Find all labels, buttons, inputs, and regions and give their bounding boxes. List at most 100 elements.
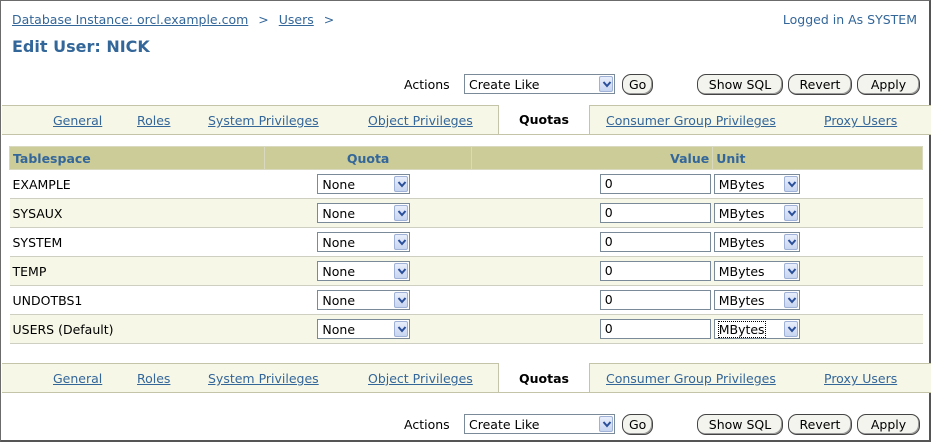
value-input[interactable]: 0	[599, 203, 711, 223]
apply-button[interactable]: Apply	[857, 414, 920, 435]
breadcrumb-separator: >	[323, 12, 335, 27]
go-button[interactable]: Go	[622, 414, 653, 435]
unit-select[interactable]: MBytes	[713, 290, 800, 310]
chevron-down-icon[interactable]	[394, 263, 409, 279]
tab-quotas[interactable]: Quotas	[498, 105, 590, 134]
show-sql-button[interactable]: Show SQL	[697, 414, 783, 435]
actions-select[interactable]: Create Like	[464, 74, 615, 94]
tab-consumer-group-privileges[interactable]: Consumer Group Privileges	[606, 371, 776, 386]
tab-general[interactable]: General	[53, 371, 102, 386]
unit-select[interactable]: MBytes	[713, 203, 800, 223]
value-input[interactable]: 0	[599, 261, 711, 281]
tab-object-privileges[interactable]: Object Privileges	[368, 371, 473, 386]
value-input[interactable]: 0	[599, 319, 711, 339]
quota-cell: None	[264, 314, 472, 344]
tablespace-name: SYSAUX	[9, 198, 265, 228]
chevron-down-icon[interactable]	[394, 176, 409, 192]
logged-in-status: Logged in As SYSTEM	[782, 12, 917, 27]
chevron-down-icon[interactable]	[394, 205, 409, 221]
table-row: SYSAUX None 0 MBytes	[9, 198, 923, 228]
quota-select[interactable]: None	[317, 232, 411, 252]
chevron-down-icon[interactable]	[599, 416, 613, 432]
quota-cell: None	[264, 198, 472, 228]
tab-bar-top: General Roles System Privileges Object P…	[2, 105, 931, 135]
unit-select[interactable]: MBytes	[713, 232, 800, 252]
chevron-down-icon[interactable]	[394, 292, 409, 308]
breadcrumb-database-instance[interactable]: Database Instance: orcl.example.com	[12, 12, 248, 27]
unit-cell: MBytes	[712, 169, 923, 199]
unit-cell: MBytes	[712, 198, 923, 228]
apply-button[interactable]: Apply	[857, 74, 920, 95]
unit-select[interactable]: MBytes	[713, 261, 800, 281]
chevron-down-icon[interactable]	[783, 205, 798, 221]
column-header-quota: Quota	[263, 146, 473, 170]
value-cell: 0	[471, 169, 713, 199]
action-bar-top: Actions Create Like Go Show SQL Revert A…	[1, 71, 932, 97]
value-input[interactable]: 0	[599, 174, 711, 194]
quota-select-value: None	[322, 264, 356, 279]
tab-quotas[interactable]: Quotas	[498, 363, 590, 392]
chevron-down-icon[interactable]	[394, 321, 409, 337]
tab-object-privileges[interactable]: Object Privileges	[368, 113, 473, 128]
chevron-down-icon[interactable]	[394, 234, 409, 250]
tab-proxy-users[interactable]: Proxy Users	[824, 371, 897, 386]
value-input[interactable]: 0	[599, 290, 711, 310]
quota-select[interactable]: None	[317, 319, 411, 339]
quota-select[interactable]: None	[317, 174, 411, 194]
table-row: USERS (Default) None 0 MBytes	[9, 314, 923, 344]
breadcrumb: Database Instance: orcl.example.com > Us…	[12, 12, 340, 27]
quota-cell: None	[264, 256, 472, 286]
chevron-down-icon[interactable]	[783, 176, 798, 192]
revert-button[interactable]: Revert	[788, 414, 852, 435]
value-input[interactable]: 0	[599, 232, 711, 252]
value-cell: 0	[471, 256, 713, 286]
table-row: UNDOTBS1 None 0 MBytes	[9, 285, 923, 315]
actions-label: Actions	[404, 77, 450, 92]
breadcrumb-users[interactable]: Users	[279, 12, 314, 27]
quota-select-value: None	[322, 235, 356, 250]
tab-general[interactable]: General	[53, 113, 102, 128]
quota-select[interactable]: None	[317, 203, 411, 223]
unit-select-value: MBytes	[718, 235, 765, 250]
column-header-unit: Unit	[712, 146, 923, 170]
tab-consumer-group-privileges[interactable]: Consumer Group Privileges	[606, 113, 776, 128]
quota-select-value: None	[322, 177, 356, 192]
unit-cell: MBytes	[712, 314, 923, 344]
page-title: Edit User: NICK	[12, 37, 150, 56]
go-button[interactable]: Go	[622, 74, 653, 95]
chevron-down-icon[interactable]	[783, 292, 798, 308]
quota-select[interactable]: None	[317, 290, 411, 310]
show-sql-button[interactable]: Show SQL	[697, 74, 783, 95]
unit-cell: MBytes	[712, 285, 923, 315]
table-header-row: Tablespace Quota Value Unit	[9, 146, 923, 170]
actions-select[interactable]: Create Like	[464, 414, 615, 434]
edit-user-panel: Database Instance: orcl.example.com > Us…	[0, 0, 931, 442]
tab-system-privileges[interactable]: System Privileges	[208, 371, 319, 386]
tab-proxy-users[interactable]: Proxy Users	[824, 113, 897, 128]
quota-select-value: None	[322, 293, 356, 308]
tablespace-name: UNDOTBS1	[9, 285, 265, 315]
chevron-down-icon[interactable]	[783, 234, 798, 250]
tablespace-name: TEMP	[9, 256, 265, 286]
chevron-down-icon[interactable]	[783, 321, 798, 337]
unit-select[interactable]: MBytes	[713, 319, 800, 339]
tab-roles[interactable]: Roles	[137, 371, 170, 386]
unit-cell: MBytes	[712, 256, 923, 286]
quota-cell: None	[264, 227, 472, 257]
revert-button[interactable]: Revert	[788, 74, 852, 95]
actions-select-value: Create Like	[469, 77, 540, 92]
tab-system-privileges[interactable]: System Privileges	[208, 113, 319, 128]
chevron-down-icon[interactable]	[599, 76, 613, 92]
table-row: EXAMPLE None 0 MBytes	[9, 169, 923, 199]
value-cell: 0	[471, 314, 713, 344]
table-row: SYSTEM None 0 MBytes	[9, 227, 923, 257]
unit-select[interactable]: MBytes	[713, 174, 800, 194]
table-row: TEMP None 0 MBytes	[9, 256, 923, 286]
quota-select[interactable]: None	[317, 261, 411, 281]
tab-roles[interactable]: Roles	[137, 113, 170, 128]
tab-bar-bottom: General Roles System Privileges Object P…	[2, 363, 931, 393]
value-cell: 0	[471, 198, 713, 228]
breadcrumb-separator: >	[258, 12, 269, 27]
tablespace-name: USERS (Default)	[9, 314, 265, 344]
chevron-down-icon[interactable]	[783, 263, 798, 279]
